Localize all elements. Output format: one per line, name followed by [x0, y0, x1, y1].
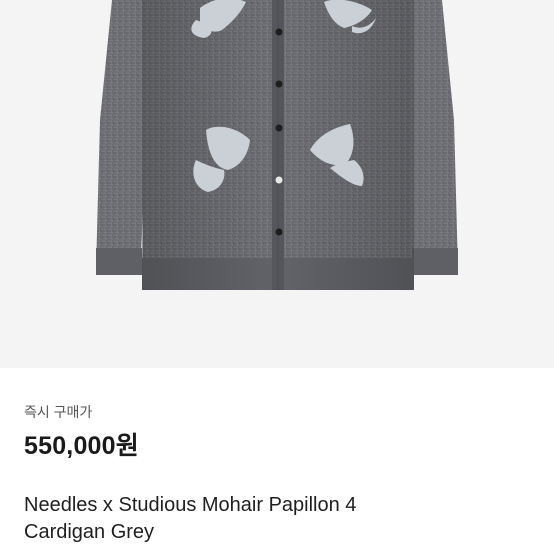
- product-title-line: Cardigan Grey: [24, 521, 155, 543]
- cardigan-left-sleeve: [96, 0, 150, 275]
- product-title: Needles x Studious Mohair Papillon 4 Car…: [24, 492, 524, 546]
- purchase-label: 즉시 구매가: [24, 404, 93, 420]
- cardigan-button: [275, 28, 283, 36]
- cardigan-button: [275, 124, 283, 132]
- cardigan-button: [275, 176, 283, 184]
- cardigan-image: [96, 0, 458, 290]
- product-title-line: Needles x Studious Mohair Papillon 4: [24, 494, 357, 516]
- price: 550,000원: [24, 432, 139, 460]
- cardigan-button: [275, 80, 283, 88]
- cardigan-button: [275, 228, 283, 236]
- product-page: 즉시 구매가 550,000원 Needles x Studious Mohai…: [0, 0, 554, 554]
- product-image[interactable]: [0, 0, 554, 368]
